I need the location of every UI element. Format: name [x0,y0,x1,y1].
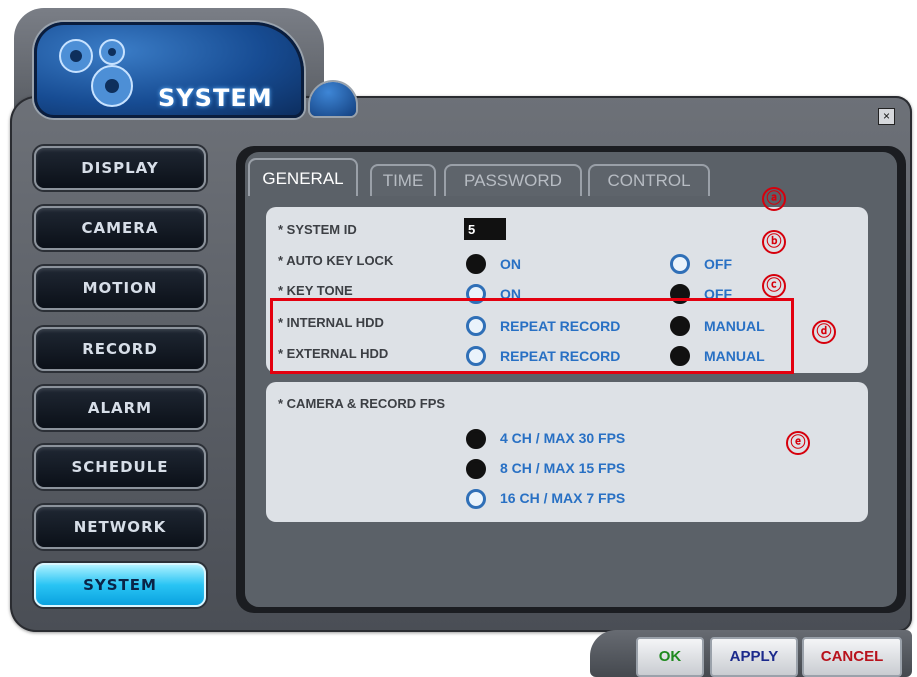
annotation-marker-e: ⓔ [786,431,810,455]
sidebar-item-system[interactable]: SYSTEM [34,563,206,607]
annotation-marker-c: ⓒ [762,274,786,298]
sidebar-item-network[interactable]: NETWORK [34,505,206,549]
annotation-marker-d: ⓓ [812,320,836,344]
cancel-button[interactable]: CANCEL [802,637,902,677]
sidebar-item-camera[interactable]: CAMERA [34,206,206,250]
close-button[interactable]: × [878,108,895,125]
sidebar-item-alarm[interactable]: ALARM [34,386,206,430]
auto-key-lock-on-radio[interactable] [466,254,486,274]
auto-key-lock-off-radio[interactable] [670,254,690,274]
fps-option-16ch-label: 16 CH / MAX 7 FPS [500,490,626,506]
tab-password[interactable]: PASSWORD [444,164,582,196]
hdd-highlight-box [270,298,794,374]
sidebar-item-record[interactable]: RECORD [34,327,206,371]
annotation-marker-a: ⓐ [762,187,786,211]
auto-key-lock-label: * AUTO KEY LOCK [278,253,394,268]
tab-control[interactable]: CONTROL [588,164,710,196]
page-title: SYSTEM [158,84,273,112]
auto-key-lock-on-label: ON [500,256,521,272]
gear-icon [59,39,133,107]
fps-option-4ch-radio[interactable] [466,429,486,449]
tab-time[interactable]: TIME [370,164,436,196]
sidebar-item-schedule[interactable]: SCHEDULE [34,445,206,489]
sidebar-item-display[interactable]: DISPLAY [34,146,206,190]
fps-option-4ch-label: 4 CH / MAX 30 FPS [500,430,626,446]
header-toggle-button[interactable] [310,82,356,116]
fps-option-8ch-label: 8 CH / MAX 15 FPS [500,460,626,476]
system-id-input[interactable] [464,218,506,240]
tab-general[interactable]: GENERAL [248,158,358,196]
fps-option-8ch-radio[interactable] [466,459,486,479]
fps-label: * CAMERA & RECORD FPS [278,396,446,411]
sidebar-item-motion[interactable]: MOTION [34,266,206,310]
annotation-marker-b: ⓑ [762,230,786,254]
fps-option-16ch-radio[interactable] [466,489,486,509]
auto-key-lock-off-label: OFF [704,256,732,272]
apply-button[interactable]: APPLY [710,637,798,677]
system-id-label: * SYSTEM ID [278,222,357,237]
key-tone-label: * KEY TONE [278,283,353,298]
ok-button[interactable]: OK [636,637,704,677]
